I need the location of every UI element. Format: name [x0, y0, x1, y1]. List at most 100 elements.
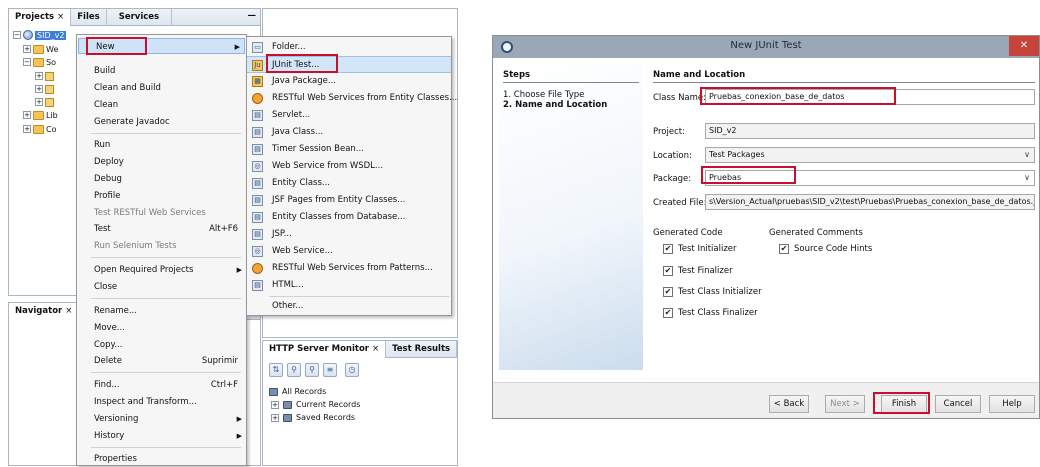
menu-item-test[interactable]: Test Alt+F6 [77, 221, 246, 237]
checkbox-test-initializer[interactable]: ✔ Test Initializer [663, 244, 737, 254]
checkbox-label: Test Initializer [678, 244, 737, 254]
tree-item[interactable]: + [35, 96, 54, 108]
expand-icon[interactable]: + [35, 85, 43, 93]
checkbox-checked-icon[interactable]: ✔ [779, 244, 789, 254]
clock-icon[interactable]: ◷ [345, 363, 359, 377]
collapse-icon[interactable]: − [13, 31, 21, 39]
menu-separator [269, 296, 449, 297]
menu-item-copy[interactable]: Copy... [77, 337, 246, 353]
menu-item-clean[interactable]: Clean [77, 97, 246, 113]
checkbox-source-code-hints[interactable]: ✔ Source Code Hints [779, 244, 872, 254]
tree-current-records[interactable]: + Current Records [271, 400, 360, 409]
menu-item-rename[interactable]: Rename... [77, 303, 246, 319]
collapse-icon[interactable]: − [23, 58, 31, 66]
checkbox-checked-icon[interactable]: ✔ [663, 244, 673, 254]
tab-files[interactable]: Files [71, 8, 107, 26]
submenu-item-html[interactable]: ▤ HTML... [247, 277, 451, 294]
submenu-item-timer-session-bean[interactable]: ▤ Timer Session Bean... [247, 141, 451, 158]
menu-item-move[interactable]: Move... [77, 320, 246, 336]
menu-item-close[interactable]: Close [77, 279, 246, 295]
checkbox-checked-icon[interactable]: ✔ [663, 308, 673, 318]
menu-item-find[interactable]: Find... Ctrl+F [77, 377, 246, 393]
menu-item-run[interactable]: Run [77, 137, 246, 153]
menu-item-versioning[interactable]: Versioning ▶ [77, 411, 246, 427]
checkbox-test-class-finalizer[interactable]: ✔ Test Class Finalizer [663, 308, 758, 318]
checkbox-test-class-initializer[interactable]: ✔ Test Class Initializer [663, 287, 762, 297]
tab-close-icon[interactable]: × [65, 306, 72, 316]
tree-saved-records[interactable]: + Saved Records [271, 413, 355, 422]
back-button[interactable]: < Back [769, 395, 809, 413]
records-icon [283, 413, 292, 422]
tab-close-icon[interactable]: × [57, 12, 64, 22]
menu-item-properties[interactable]: Properties [77, 451, 246, 467]
divider [653, 82, 1035, 83]
http-toolbar: ⇅ ⚲ ⚲ ≡ ◷ [269, 363, 359, 377]
expand-icon[interactable]: + [23, 111, 31, 119]
tree-item-label: Lib [46, 110, 58, 120]
expand-icon[interactable]: + [23, 125, 31, 133]
sort-icon[interactable]: ⇅ [269, 363, 283, 377]
tab-projects[interactable]: Projects × [9, 8, 72, 26]
menu-item-debug[interactable]: Debug [77, 171, 246, 187]
tree-item[interactable]: + [35, 70, 54, 82]
submenu-item-jsp[interactable]: ▤ JSP... [247, 226, 451, 243]
menu-item-clean-and-build[interactable]: Clean and Build [77, 80, 246, 96]
location-select[interactable]: Test Packages ∨ [705, 147, 1035, 163]
cancel-button[interactable]: Cancel [935, 395, 981, 413]
checkbox-test-finalizer[interactable]: ✔ Test Finalizer [663, 266, 733, 276]
tree-item-label: Co [46, 124, 57, 134]
submenu-item-entity-class[interactable]: ▤ Entity Class... [247, 175, 451, 192]
package-icon: ▦ [252, 76, 263, 87]
submenu-item-label: Servlet... [272, 110, 311, 120]
tab-http-server-monitor[interactable]: HTTP Server Monitor × [263, 340, 387, 358]
submenu-item-entity-from-db[interactable]: ▤ Entity Classes from Database... [247, 209, 451, 226]
tree-root[interactable]: − SID_v2 [13, 29, 67, 41]
checkbox-checked-icon[interactable]: ✔ [663, 287, 673, 297]
menu-item-deploy[interactable]: Deploy [77, 154, 246, 170]
menu-item-open-required-projects[interactable]: Open Required Projects ▶ [77, 262, 246, 278]
menu-item-delete[interactable]: Delete Suprimir [77, 353, 246, 369]
tree-item[interactable]: + Lib [23, 109, 58, 121]
submenu-item-java-class[interactable]: ▤ Java Class... [247, 124, 451, 141]
tree-item[interactable]: − So [23, 56, 56, 68]
menu-item-inspect-transform[interactable]: Inspect and Transform... [77, 394, 246, 410]
sort-desc-icon[interactable]: ⚲ [305, 363, 319, 377]
expand-icon[interactable]: + [35, 98, 43, 106]
tab-services[interactable]: Services [107, 8, 173, 26]
tab-navigator[interactable]: Navigator × [9, 302, 80, 320]
tab-navigator-label: Navigator [15, 305, 63, 316]
menu-item-history[interactable]: History ▶ [77, 428, 246, 444]
tree-item-label: We [46, 44, 59, 54]
minimize-button[interactable]: — [248, 11, 257, 21]
tree-all-records[interactable]: All Records [269, 387, 326, 396]
submenu-item-java-package[interactable]: ▦ Java Package... [247, 73, 451, 90]
submenu-item-web-service[interactable]: ◎ Web Service... [247, 243, 451, 260]
tree-item[interactable]: + [35, 83, 54, 95]
tab-test-results[interactable]: Test Results [386, 340, 458, 358]
expand-icon[interactable]: + [271, 400, 279, 409]
menu-item-profile[interactable]: Profile [77, 188, 246, 204]
expand-icon[interactable]: + [23, 45, 31, 53]
menu-item-build[interactable]: Build [77, 63, 246, 79]
submenu-item-restful-entity[interactable]: RESTful Web Services from Entity Classes… [247, 90, 457, 107]
tree-item[interactable]: + We [23, 43, 58, 55]
submenu-item-label: Java Package... [272, 76, 336, 86]
help-button[interactable]: Help [989, 395, 1035, 413]
submenu-item-ws-from-wsdl[interactable]: ◎ Web Service from WSDL... [247, 158, 451, 175]
expand-icon[interactable]: + [271, 413, 279, 422]
close-button[interactable]: ✕ [1009, 36, 1039, 56]
http-monitor-panel: HTTP Server Monitor × Test Results ⇅ ⚲ ⚲ … [262, 340, 458, 466]
menu-item-generate-javadoc[interactable]: Generate Javadoc [77, 114, 246, 130]
checkbox-checked-icon[interactable]: ✔ [663, 266, 673, 276]
submenu-item-jsf-pages[interactable]: ▤ JSF Pages from Entity Classes... [247, 192, 451, 209]
tree-item[interactable]: + Co [23, 123, 56, 135]
tab-close-icon[interactable]: × [372, 344, 379, 354]
main-pane: Name and Location Class Name: Pruebas_co… [649, 64, 1035, 370]
submenu-item-restful-patterns[interactable]: RESTful Web Services from Patterns... [247, 260, 451, 277]
expand-icon[interactable]: + [35, 72, 43, 80]
submenu-item-other[interactable]: Other... [247, 298, 451, 315]
sort-alpha-icon[interactable]: ⚲ [287, 363, 301, 377]
steps-heading: Steps [503, 70, 531, 80]
submenu-item-servlet[interactable]: ▤ Servlet... [247, 107, 451, 124]
list-sort-icon[interactable]: ≡ [323, 363, 337, 377]
